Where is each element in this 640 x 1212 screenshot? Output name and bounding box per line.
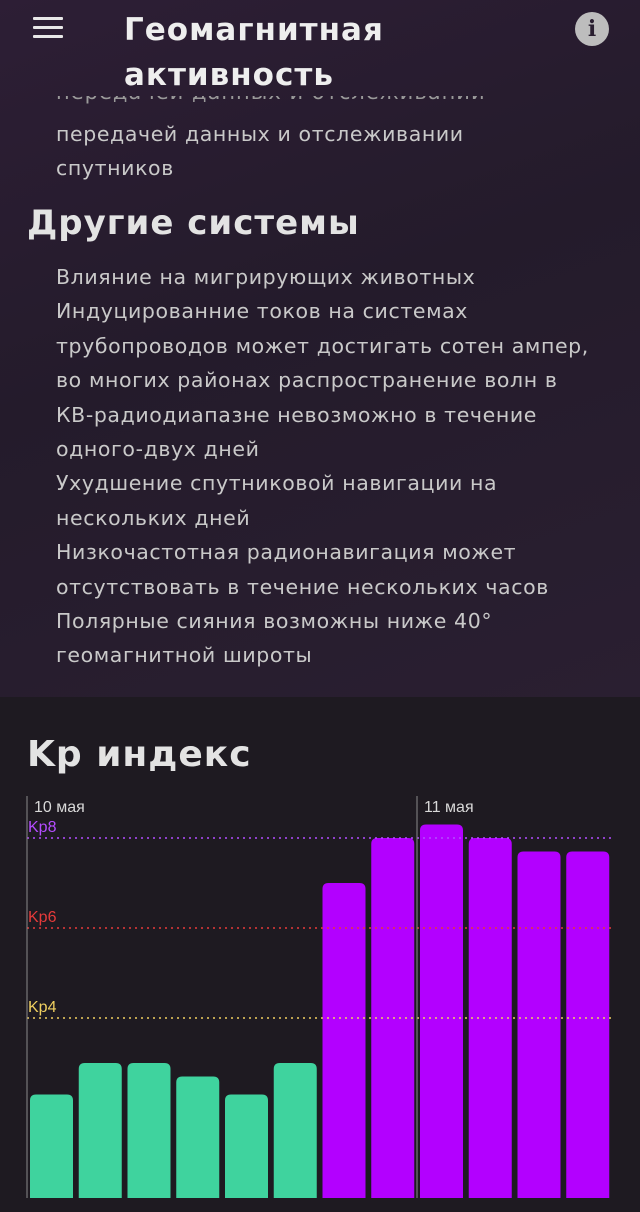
kp-bar[interactable] [371,838,415,1198]
satellites-text: передачей данных и отслеживании спутнико… [56,122,464,181]
other-systems-text: Влияние на мигрирующих животных Индуциро… [56,265,589,668]
kp-bar[interactable] [566,851,610,1199]
kp-bar[interactable] [322,883,366,1198]
kp-bar[interactable] [127,1063,171,1198]
partially-scrolled-text: передачей данных и отслеживании [56,96,576,106]
app-header: Геомагнитная активность i [0,0,640,100]
date-label: 10 мая [34,799,85,816]
kp-bar[interactable] [176,1076,220,1199]
page-title: Геомагнитная активность [124,12,384,93]
threshold-label: Kp8 [28,819,57,836]
threshold-label: Kp6 [28,909,57,926]
kp-bar[interactable] [30,1094,73,1199]
section-title-other-systems: Другие системы [27,203,360,243]
kp-bar[interactable] [78,1063,122,1198]
kp-bar[interactable] [420,824,463,1199]
info-panel: Геомагнитная активность i передачей данн… [0,0,640,697]
kp-bar[interactable] [225,1094,268,1199]
info-icon[interactable]: i [575,12,609,46]
kp-bar[interactable] [517,851,561,1199]
kp-index-chart: Kp8 Kp6 Kp4 10 мая 11 мая [26,796,612,1199]
date-label: 11 мая [424,799,474,816]
chart-title: Kp индекс [27,734,252,775]
hamburger-menu-icon[interactable] [33,17,65,39]
threshold-label: Kp4 [28,999,57,1016]
kp-bar[interactable] [273,1063,317,1198]
